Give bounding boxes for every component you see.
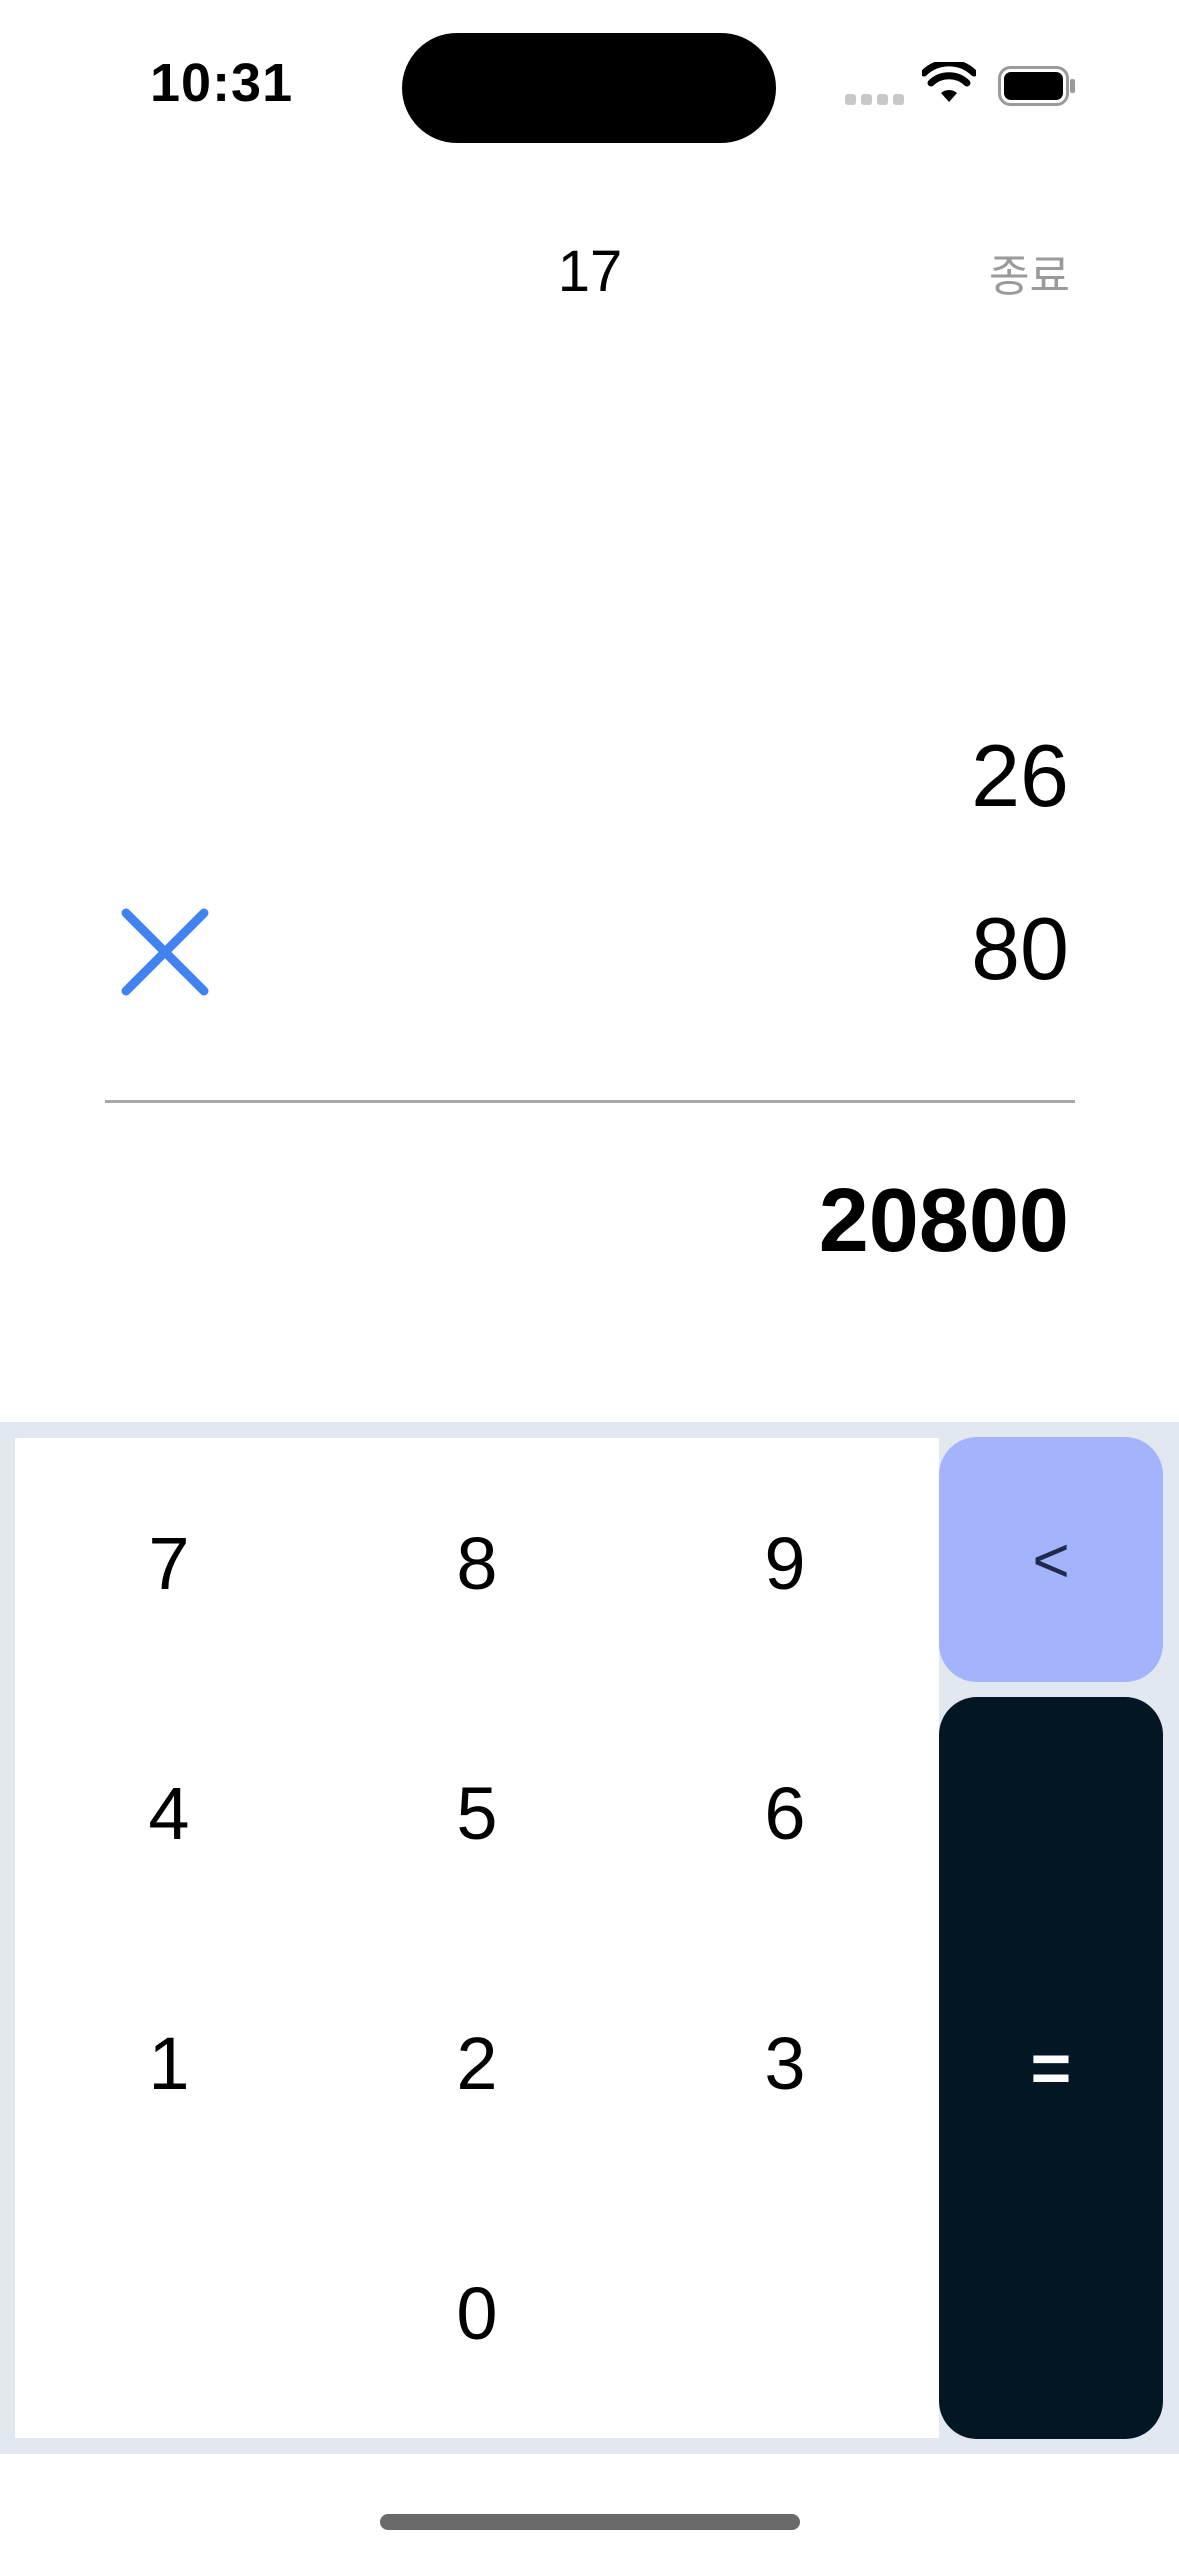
operand-top: 26 xyxy=(971,726,1069,825)
key-6[interactable]: 6 xyxy=(631,1688,939,1938)
end-button[interactable]: 종료 xyxy=(960,240,1070,304)
operand-bottom: 80 xyxy=(971,899,1069,998)
key-3[interactable]: 3 xyxy=(631,1938,939,2188)
number-keys: 7 8 9 4 5 6 1 2 3 0 xyxy=(15,1438,939,2438)
key-4[interactable]: 4 xyxy=(15,1688,323,1938)
dynamic-island xyxy=(402,33,776,143)
divider xyxy=(105,1100,1075,1103)
multiply-icon xyxy=(121,908,209,996)
key-5[interactable]: 5 xyxy=(323,1688,631,1938)
key-0[interactable]: 0 xyxy=(323,2188,631,2438)
equals-button[interactable]: = xyxy=(939,1697,1163,2439)
battery-icon xyxy=(998,66,1075,106)
key-7[interactable]: 7 xyxy=(15,1438,323,1688)
keypad: 7 8 9 4 5 6 1 2 3 0 < = xyxy=(0,1422,1179,2454)
key-9[interactable]: 9 xyxy=(631,1438,939,1688)
status-bar: 10:31 xyxy=(0,0,1179,180)
result-value: 20800 xyxy=(818,1171,1069,1271)
wifi-icon xyxy=(922,62,976,102)
problem-counter: 17 xyxy=(557,239,623,304)
key-1[interactable]: 1 xyxy=(15,1938,323,2188)
backspace-button[interactable]: < xyxy=(939,1437,1163,1682)
home-indicator[interactable] xyxy=(380,2514,800,2530)
key-2[interactable]: 2 xyxy=(323,1938,631,2188)
status-time: 10:31 xyxy=(150,53,294,113)
key-8[interactable]: 8 xyxy=(323,1438,631,1688)
signal-icon xyxy=(845,94,905,108)
